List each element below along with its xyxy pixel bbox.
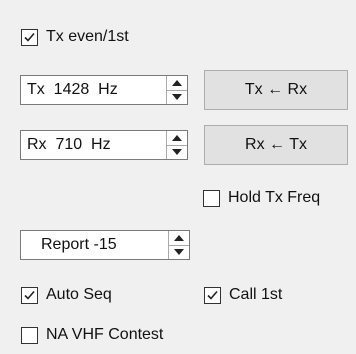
spin-down-icon[interactable] (167, 89, 187, 105)
checkmark-icon (207, 290, 218, 300)
tx-even-checkbox[interactable]: Tx even/1st (21, 28, 129, 46)
call-1st-label: Call 1st (229, 286, 283, 303)
auto-seq-checkbox[interactable]: Auto Seq (21, 286, 112, 304)
report-number: -15 (93, 236, 117, 253)
spin-down-icon[interactable] (169, 244, 189, 260)
report-value[interactable]: Report -15 (21, 231, 117, 259)
spin-up-icon[interactable] (169, 231, 189, 245)
rx-frequency-number: 710 (55, 136, 83, 153)
spin-down-icon[interactable] (167, 144, 187, 160)
na-vhf-contest-checkbox[interactable]: NA VHF Contest (21, 326, 163, 344)
na-vhf-contest-label: NA VHF Contest (46, 326, 164, 343)
report-stepper[interactable] (168, 231, 189, 259)
report-spinbox[interactable]: Report -15 (20, 230, 190, 260)
auto-seq-label: Auto Seq (46, 286, 112, 303)
rx-from-tx-button[interactable]: Rx ← Tx (204, 125, 348, 165)
checkbox-box[interactable] (21, 286, 38, 304)
checkbox-box[interactable] (21, 326, 38, 344)
tx-frequency-number: 1428 (53, 81, 90, 98)
checkbox-box[interactable] (204, 286, 221, 304)
checkmark-icon (24, 290, 35, 300)
rx-frequency-unit: Hz (91, 136, 111, 153)
hold-tx-freq-label: Hold Tx Freq (228, 189, 321, 206)
tx-frequency-spinbox[interactable]: Tx 1428 Hz (20, 75, 188, 105)
hold-tx-freq-checkbox[interactable]: Hold Tx Freq (203, 189, 320, 207)
report-prefix: Report (41, 236, 90, 253)
tx-even-label: Tx even/1st (46, 28, 129, 45)
rx-frequency-stepper[interactable] (166, 131, 187, 159)
checkbox-box[interactable] (21, 28, 38, 46)
tx-frequency-unit: Hz (98, 81, 118, 98)
call-1st-checkbox[interactable]: Call 1st (204, 286, 282, 304)
spin-up-icon[interactable] (167, 76, 187, 90)
tx-frequency-value[interactable]: Tx 1428 Hz (21, 76, 118, 104)
rx-frequency-prefix: Rx (27, 136, 47, 153)
checkbox-box[interactable] (203, 189, 220, 207)
tx-from-rx-button[interactable]: Tx ← Rx (204, 70, 348, 110)
spin-up-icon[interactable] (167, 131, 187, 145)
tx-frequency-prefix: Tx (27, 81, 45, 98)
rx-frequency-spinbox[interactable]: Rx 710 Hz (20, 130, 188, 160)
checkmark-icon (24, 32, 35, 42)
rx-frequency-value[interactable]: Rx 710 Hz (21, 131, 111, 159)
tx-frequency-stepper[interactable] (166, 76, 187, 104)
